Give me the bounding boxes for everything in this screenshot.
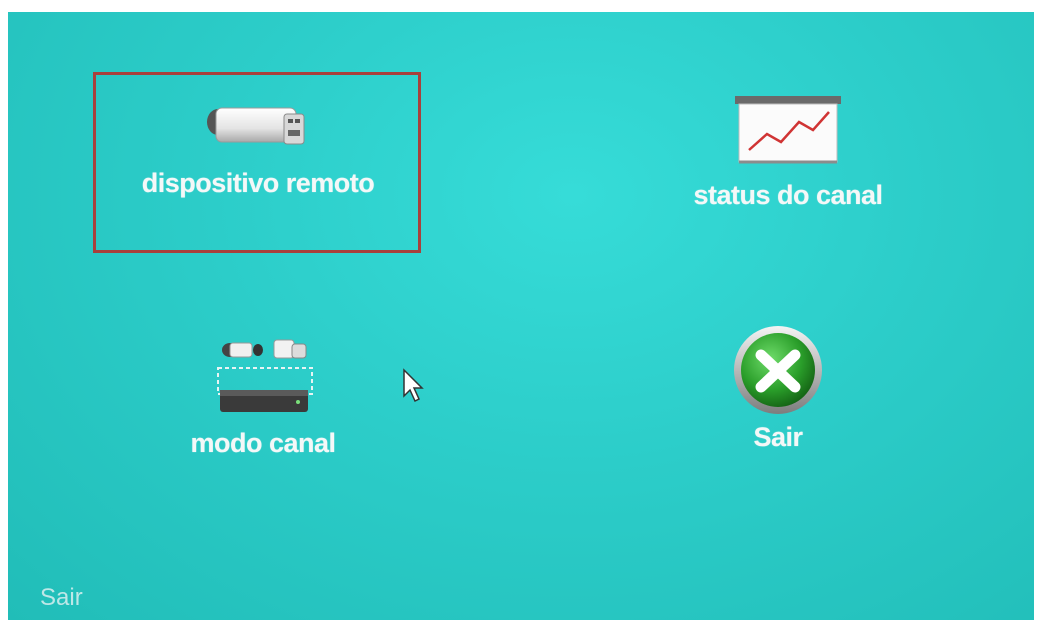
menu-item-remote-device[interactable]: dispositivo remoto: [103, 92, 413, 199]
menu-label-remote-device: dispositivo remoto: [141, 168, 375, 198]
mouse-cursor-icon: [403, 368, 424, 403]
chart-board-icon: [735, 96, 841, 164]
menu-label-channel-mode: modo canal: [190, 428, 336, 458]
footer-hint: Sair: [40, 584, 83, 611]
camera-icon: [207, 107, 305, 145]
dvr-menu-screen: dispositivo remoto status do canal modo …: [8, 12, 1034, 620]
close-icon: [734, 326, 822, 414]
menu-item-exit[interactable]: Sair: [708, 322, 848, 453]
channel-mode-icon: [217, 339, 313, 412]
menu-item-channel-status[interactable]: status do canal: [638, 92, 938, 211]
menu-label-channel-status: status do canal: [693, 180, 883, 210]
menu-item-channel-mode[interactable]: modo canal: [133, 334, 393, 459]
menu-label-exit: Sair: [753, 422, 803, 452]
